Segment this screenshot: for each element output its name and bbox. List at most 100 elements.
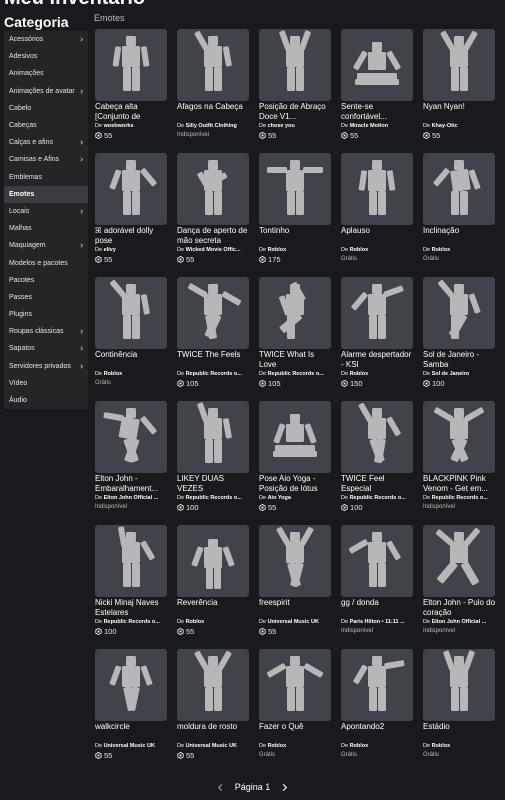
emote-name[interactable]: gg / donda [341,598,415,608]
creator-link[interactable]: Republic Records o... [104,619,160,625]
creator-link[interactable]: Universal Music UK [186,743,237,749]
sidebar-item-roupas-classicas[interactable]: Roupas clássicas [4,323,88,340]
sidebar-item-locais[interactable]: Locais [4,203,88,220]
sidebar-item-video[interactable]: Vídeo [4,375,88,392]
creator-link[interactable]: Roblox [432,247,451,253]
creator-link[interactable]: Universal Music UK [104,743,155,749]
emote-thumbnail[interactable] [177,525,249,597]
sidebar-item-plugins[interactable]: Plugins [4,306,88,323]
emote-thumbnail[interactable] [177,29,249,101]
emote-card[interactable]: Fazer o Quê De Roblox Grátis [258,649,340,773]
creator-link[interactable]: elivy [104,247,116,253]
emote-card[interactable]: Tontinho De Roblox 175 [258,153,340,277]
emote-name[interactable]: Alarme despertador - KSI [341,350,415,370]
emote-card[interactable]: Aplauso De Roblox Grátis [340,153,422,277]
emote-name[interactable]: Posição de Abraço Doce V1... [259,102,333,122]
emote-card[interactable]: Posição de Abraço Doce V1... De chose you… [258,29,340,153]
sidebar-item-animacoes-de-avatar[interactable]: Animações de avatar [4,83,88,100]
emote-name[interactable]: moldura de rosto [177,722,251,732]
chevron-right-icon[interactable] [280,783,289,792]
emote-name[interactable]: TWICE The Feels [177,350,251,360]
emote-card[interactable]: Apontando2 De Roblox Grátis [340,649,422,773]
emote-card[interactable]: Dança de aperto de mão secreta De Wicked … [176,153,258,277]
emote-thumbnail[interactable] [259,649,331,721]
emote-card[interactable]: Sente-se confortável... De Miracle Motion… [340,29,422,153]
emote-name[interactable]: Tontinho [259,226,333,236]
sidebar-item-acessorios[interactable]: Acessórios [4,31,88,48]
emote-thumbnail[interactable] [423,29,495,101]
sidebar-item-servidores-privados[interactable]: Servidores privados [4,358,88,375]
emote-name[interactable]: BLACKPINK Pink Venom - Get em... [423,474,497,494]
emote-name[interactable]: Inclinação [423,226,497,236]
emote-card[interactable]: Reverência De Roblox 55 [176,525,258,649]
sidebar-item-modelos-e-pacotes[interactable]: Modelos e pacotes [4,254,88,271]
creator-link[interactable]: Republic Records o... [350,495,406,501]
creator-link[interactable]: Roblox [350,371,369,377]
emote-thumbnail[interactable] [423,277,495,349]
creator-link[interactable]: Paris Hilton • 11:11 ... [350,619,405,625]
sidebar-item-calcas-e-afins[interactable]: Calças e afins [4,134,88,151]
emote-card[interactable]: Continência De Roblox Grátis [94,277,176,401]
emote-card[interactable]: BLACKPINK Pink Venom - Get em... De Repub… [422,401,504,525]
emote-card[interactable]: Inclinação De Roblox Grátis [422,153,504,277]
emote-card[interactable]: Pose Aio Yoga - Posição de lótus De Aio Y… [258,401,340,525]
emote-name[interactable]: TWICE Feel Especial [341,474,415,494]
creator-link[interactable]: chose you [268,123,295,129]
emote-name[interactable]: Estádio [423,722,497,732]
creator-link[interactable]: Roblox [186,619,205,625]
emote-name[interactable]: Cabeça alta [Conjunto de [95,102,169,122]
emote-card[interactable]: Elton John - Pulo do coração De Elton Joh… [422,525,504,649]
emote-thumbnail[interactable] [95,401,167,473]
emote-card[interactable]: TWICE Feel Especial De Republic Records o… [340,401,422,525]
creator-link[interactable]: Sol de Janeiro [432,371,470,377]
emote-name[interactable]: Reverência [177,598,251,608]
emote-thumbnail[interactable] [259,525,331,597]
emote-name[interactable]: ꕤ adorável dolly pose [95,226,169,246]
emote-thumbnail[interactable] [341,401,413,473]
emote-thumbnail[interactable] [259,153,331,225]
emote-thumbnail[interactable] [177,153,249,225]
sidebar-item-malhas[interactable]: Malhas [4,220,88,237]
creator-link[interactable]: Roblox [268,247,287,253]
creator-link[interactable]: Republic Records o... [186,371,242,377]
creator-link[interactable]: Roblox [268,743,287,749]
creator-link[interactable]: Khay-Otic [432,123,458,129]
emote-thumbnail[interactable] [95,29,167,101]
emote-card[interactable]: Sol de Janeiro - Samba De Sol de Janeiro 1… [422,277,504,401]
emote-card[interactable]: TWICE The Feels De Republic Records o... 1… [176,277,258,401]
emote-thumbnail[interactable] [423,649,495,721]
emote-card[interactable]: Afagos na Cabeça De Silly Outfit Clothing… [176,29,258,153]
emote-card[interactable]: TWICE What Is Love De Republic Records o.… [258,277,340,401]
emote-name[interactable]: Aplauso [341,226,415,236]
emote-name[interactable]: Sol de Janeiro - Samba [423,350,497,370]
creator-link[interactable]: woebworks [104,123,134,129]
creator-link[interactable]: Elton John Official ... [432,619,487,625]
emote-name[interactable]: TWICE What Is Love [259,350,333,370]
sidebar-item-emotes[interactable]: Emotes [4,185,88,203]
creator-link[interactable]: Aio Yoga [268,495,291,501]
sidebar-item-camisas-e-afins[interactable]: Camisas e Afins [4,151,88,168]
emote-thumbnail[interactable] [177,277,249,349]
creator-link[interactable]: Roblox [350,743,369,749]
emote-name[interactable]: freespirit [259,598,333,608]
creator-link[interactable]: Universal Music UK [268,619,319,625]
emote-thumbnail[interactable] [259,29,331,101]
emote-name[interactable]: Continência [95,350,169,360]
emote-thumbnail[interactable] [95,649,167,721]
emote-thumbnail[interactable] [341,525,413,597]
emote-card[interactable]: Alarme despertador - KSI De Roblox 150 [340,277,422,401]
sidebar-item-audio[interactable]: Áudio [4,392,88,409]
sidebar-item-animacoes[interactable]: Animações [4,65,88,82]
creator-link[interactable]: Miracle Motion [350,123,389,129]
emote-thumbnail[interactable] [95,525,167,597]
sidebar-item-adesivos[interactable]: Adesivos [4,48,88,65]
emote-name[interactable]: Elton John - Pulo do coração [423,598,497,618]
emote-thumbnail[interactable] [423,525,495,597]
emote-name[interactable]: Elton John - Embaralhament... [95,474,169,494]
emote-name[interactable]: walkcircle [95,722,169,732]
emote-name[interactable]: Nicki Minaj Naves Estelares [95,598,169,618]
emote-thumbnail[interactable] [341,649,413,721]
emote-thumbnail[interactable] [341,277,413,349]
emote-card[interactable]: moldura de rosto De Universal Music UK 55 [176,649,258,773]
emote-card[interactable]: gg / donda De Paris Hilton • 11:11 ... Ind… [340,525,422,649]
